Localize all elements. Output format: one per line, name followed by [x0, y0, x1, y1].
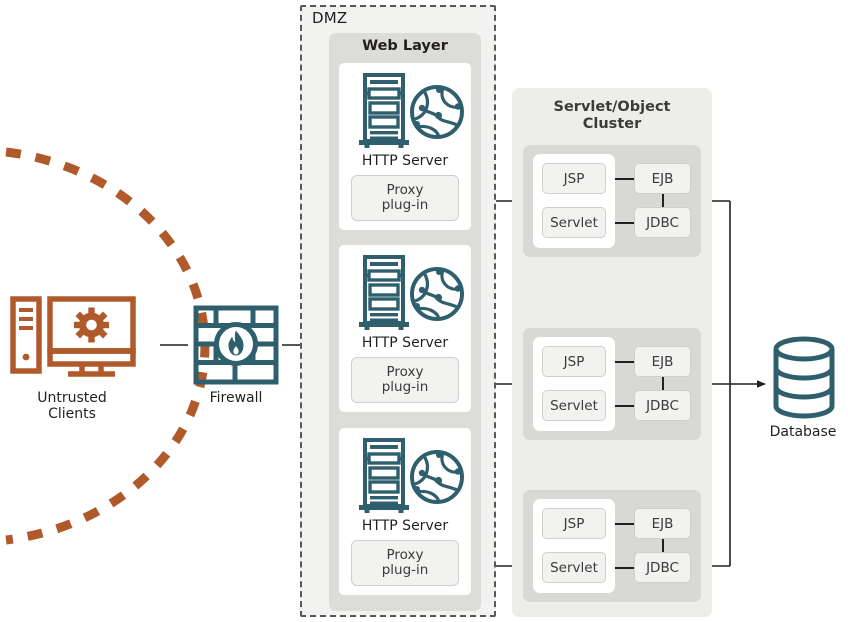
- link-ejb-jdbc: [662, 539, 664, 552]
- cluster-node[interactable]: JSP Servlet EJB JDBC: [523, 145, 701, 257]
- http-server-label: HTTP Server: [361, 518, 449, 534]
- proxy-plugin-box[interactable]: Proxy plug-in: [351, 357, 459, 403]
- link-jsp-ejb: [615, 361, 634, 363]
- servlet-box[interactable]: Servlet: [542, 207, 606, 238]
- dmz-label: DMZ: [312, 9, 348, 27]
- architecture-diagram: Untrusted Clients Firewall DMZ Web Layer: [0, 0, 848, 622]
- proxy-plugin-box[interactable]: Proxy plug-in: [351, 175, 459, 221]
- http-server-rack-globe-icon: [359, 438, 464, 513]
- http-server-rack-globe-icon: [359, 73, 464, 148]
- database-label: Database: [769, 424, 837, 440]
- ejb-box[interactable]: EJB: [634, 163, 691, 194]
- link-servlet-jdbc: [615, 222, 634, 224]
- servlet-box[interactable]: Servlet: [542, 552, 606, 583]
- proxy-plugin-label: Proxy plug-in: [381, 546, 429, 578]
- jsp-box[interactable]: JSP: [542, 346, 606, 377]
- firewall-label: Firewall: [209, 390, 263, 406]
- proxy-plugin-label: Proxy plug-in: [381, 181, 429, 213]
- link-jsp-ejb: [615, 178, 634, 180]
- ejb-box[interactable]: EJB: [634, 346, 691, 377]
- http-server-label: HTTP Server: [361, 153, 449, 169]
- cluster-node[interactable]: JSP Servlet EJB JDBC: [523, 328, 701, 440]
- web-layer-title: Web Layer: [362, 38, 448, 54]
- jdbc-box[interactable]: JDBC: [634, 390, 691, 421]
- http-server-card[interactable]: HTTP Server Proxy plug-in: [339, 428, 471, 595]
- jsp-box[interactable]: JSP: [542, 163, 606, 194]
- link-ejb-jdbc: [662, 377, 664, 390]
- desktop-computer-gear-icon: [10, 296, 136, 377]
- ejb-box[interactable]: EJB: [634, 508, 691, 539]
- http-server-card[interactable]: HTTP Server Proxy plug-in: [339, 63, 471, 230]
- http-server-rack-globe-icon: [359, 255, 464, 330]
- servlet-box[interactable]: Servlet: [542, 390, 606, 421]
- database-cylinder-icon: [773, 336, 835, 419]
- proxy-plugin-box[interactable]: Proxy plug-in: [351, 540, 459, 586]
- jdbc-box[interactable]: JDBC: [634, 552, 691, 583]
- link-jsp-ejb: [615, 523, 634, 525]
- link-servlet-jdbc: [615, 567, 634, 569]
- cluster-title: Servlet/Object Cluster: [553, 99, 671, 133]
- untrusted-clients-label: Untrusted Clients: [37, 390, 107, 423]
- http-server-label: HTTP Server: [361, 335, 449, 351]
- link-servlet-jdbc: [615, 405, 634, 407]
- http-server-card[interactable]: HTTP Server Proxy plug-in: [339, 245, 471, 412]
- cluster-node[interactable]: JSP Servlet EJB JDBC: [523, 490, 701, 602]
- jdbc-box[interactable]: JDBC: [634, 207, 691, 238]
- proxy-plugin-label: Proxy plug-in: [381, 363, 429, 395]
- link-ejb-jdbc: [662, 194, 664, 207]
- firewall-brick-flame-icon: [193, 305, 279, 385]
- jsp-box[interactable]: JSP: [542, 508, 606, 539]
